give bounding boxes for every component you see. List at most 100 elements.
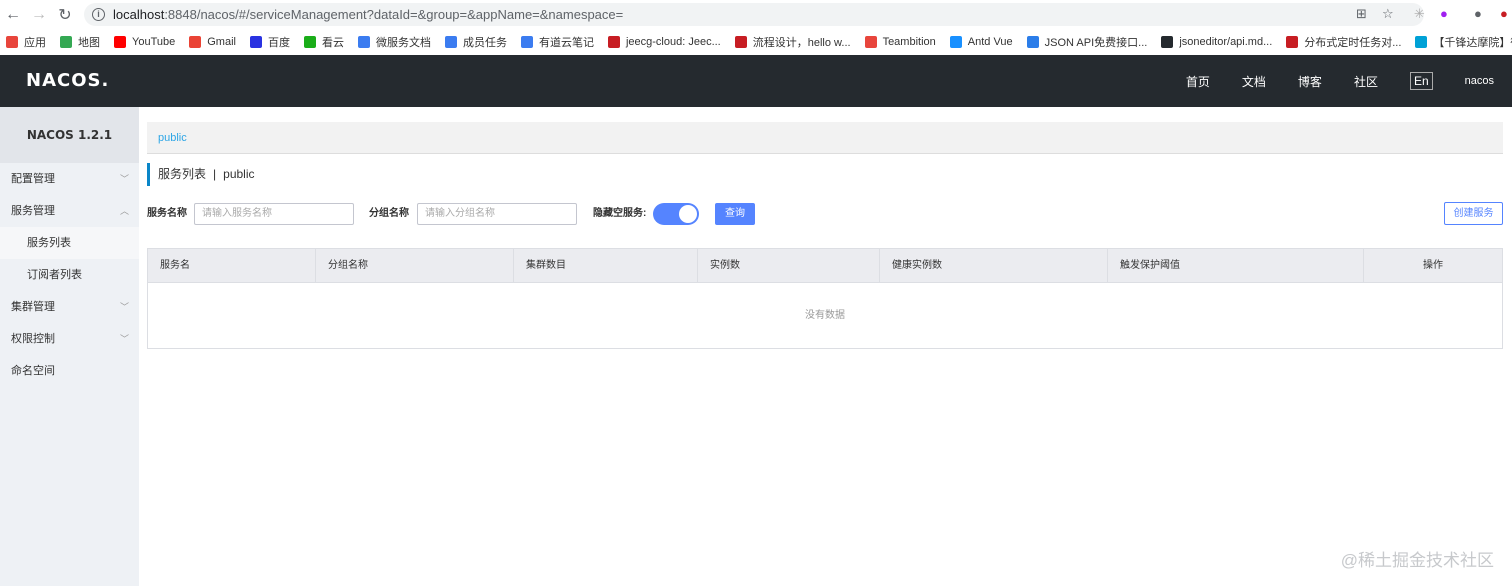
bookmark-label: 微服务文档 <box>375 36 431 49</box>
sidebar-item[interactable]: 服务列表 <box>0 227 139 259</box>
nacos-logo[interactable]: NACOS. <box>26 70 109 91</box>
sidebar-item[interactable]: 配置管理 ﹀ <box>0 163 139 195</box>
bookmark-item[interactable]: 有道云笔记 <box>520 34 594 50</box>
chevron-down-icon: ﹀ <box>119 302 129 312</box>
sidebar-item[interactable]: 服务管理 ︿ <box>0 195 139 227</box>
col-healthy-instance-count: 健康实例数 <box>880 249 1108 283</box>
nav-blog[interactable]: 博客 <box>1298 73 1322 90</box>
nav-community[interactable]: 社区 <box>1354 73 1378 90</box>
address-bar[interactable]: i localhost:8848/nacos/#/serviceManageme… <box>84 3 1424 26</box>
gitee-icon <box>607 35 620 48</box>
kancloud-icon <box>303 35 316 48</box>
create-service-button[interactable]: 创建服务 <box>1444 202 1503 225</box>
bookmark-label: 看云 <box>321 36 344 49</box>
breadcrumb[interactable]: public <box>147 122 1503 154</box>
bookmark-label: Teambition <box>882 35 936 48</box>
table-header: 服务名 分组名称 集群数目 实例数 健康实例数 触发保护阈值 操作 <box>148 249 1502 283</box>
site-info-icon[interactable]: i <box>92 8 105 21</box>
toggle-knob <box>679 205 697 223</box>
bookmark-item[interactable]: 分布式定时任务对... <box>1286 34 1401 50</box>
main-content: public 服务列表 | public 服务名称 请输入服务名称 分组名称 请输入… <box>147 107 1503 586</box>
github-icon <box>1161 35 1174 48</box>
back-arrow-icon[interactable]: ← <box>0 6 26 24</box>
flow-icon <box>734 35 747 48</box>
apps-grid-icon <box>6 35 18 48</box>
maps-icon <box>60 35 72 48</box>
sidebar-version: NACOS 1.2.1 <box>0 107 139 163</box>
watermark: @稀土掘金技术社区 <box>1340 551 1494 570</box>
bookmark-item[interactable]: jeecg-cloud: Jeec... <box>607 35 721 48</box>
json-icon <box>1026 35 1039 48</box>
bookmark-item[interactable]: 看云 <box>303 34 344 50</box>
bookmark-item[interactable]: 地图 <box>60 34 100 50</box>
col-actions: 操作 <box>1423 260 1443 271</box>
gmail-icon <box>189 35 202 48</box>
sidebar-item-label: 服务管理 <box>11 205 55 217</box>
sidebar-item-label: 集群管理 <box>11 301 55 313</box>
sidebar-item[interactable]: 集群管理 ﹀ <box>0 291 139 323</box>
bookmark-item[interactable]: 流程设计，hello w... <box>734 34 851 50</box>
hide-empty-toggle[interactable] <box>653 203 699 225</box>
nav-home[interactable]: 首页 <box>1186 73 1210 90</box>
sidebar-item[interactable]: 订阅者列表 <box>0 259 139 291</box>
sidebar-item[interactable]: 命名空间 <box>0 355 139 387</box>
col-instance-count: 实例数 <box>698 249 880 283</box>
antd-icon <box>949 35 962 48</box>
bookmark-label: 流程设计，hello w... <box>752 36 851 49</box>
service-name-input[interactable]: 请输入服务名称 <box>194 203 354 225</box>
baidu-icon <box>249 35 262 48</box>
chevron-down-icon: ﹀ <box>119 334 129 344</box>
group-name-input[interactable]: 请输入分组名称 <box>417 203 577 225</box>
profile-icon[interactable]: ● <box>1474 6 1482 21</box>
top-nav: 首页 文档 博客 社区 En nacos <box>1154 55 1494 107</box>
bookmark-star-icon[interactable]: ☆ <box>1382 6 1394 22</box>
bookmark-item[interactable]: Teambition <box>864 35 936 48</box>
user-menu[interactable]: nacos <box>1465 75 1494 87</box>
bookmark-item[interactable]: JSON API免费接口... <box>1026 34 1148 50</box>
language-switch[interactable]: En <box>1409 72 1433 90</box>
translate-icon[interactable]: ⊞ <box>1356 6 1367 22</box>
bookmark-item[interactable]: 成员任务 <box>444 34 507 50</box>
bookmark-item[interactable]: YouTube <box>114 35 176 48</box>
empty-state: 没有数据 <box>805 310 845 321</box>
sidebar-item-label: 订阅者列表 <box>27 269 82 281</box>
bookmark-label: 地图 <box>78 36 100 49</box>
bookmark-item[interactable]: 【千锋达摩院】微... <box>1415 34 1512 50</box>
extension-icon[interactable]: ● <box>1500 6 1508 21</box>
sidebar-item-label: 命名空间 <box>11 365 55 377</box>
namespace-name: public <box>223 167 255 181</box>
bookmark-item[interactable]: Gmail <box>189 35 236 48</box>
doc-icon <box>444 35 457 48</box>
forward-arrow-icon[interactable]: → <box>26 6 52 24</box>
page-title-text: 服务列表 <box>158 167 207 181</box>
bookmark-label: YouTube <box>132 35 176 48</box>
chevron-up-icon: ︿ <box>119 206 129 216</box>
nav-docs[interactable]: 文档 <box>1242 73 1266 90</box>
chevron-down-icon: ﹀ <box>119 174 129 184</box>
group-name-label: 分组名称 <box>369 208 409 219</box>
service-name-label: 服务名称 <box>147 208 187 219</box>
csdn-icon <box>1286 35 1299 48</box>
bookmark-label: 百度 <box>267 36 290 49</box>
reload-icon[interactable]: ↻ <box>52 5 78 25</box>
youdao-icon <box>520 35 533 48</box>
teambition-icon <box>864 35 877 48</box>
doc-icon <box>357 35 370 48</box>
bookmark-item[interactable]: 微服务文档 <box>357 34 431 50</box>
bookmark-label: JSON API免费接口... <box>1044 36 1148 49</box>
bookmark-label: jeecg-cloud: Jeec... <box>625 35 721 48</box>
extension-icon[interactable]: ● <box>1440 6 1448 21</box>
browser-toolbar: ← → ↻ i localhost:8848/nacos/#/serviceMa… <box>0 0 1512 29</box>
sidebar-item[interactable]: 权限控制 ﹀ <box>0 323 139 355</box>
bookmark-item[interactable]: Antd Vue <box>949 35 1013 48</box>
bookmark-item[interactable]: 应用 <box>6 34 46 50</box>
url-text[interactable]: localhost:8848/nacos/#/serviceManagement… <box>113 7 623 22</box>
extension-icon[interactable]: ✳ <box>1414 6 1425 22</box>
bookmark-item[interactable]: jsoneditor/api.md... <box>1161 35 1272 48</box>
bookmark-label: 应用 <box>24 36 46 49</box>
bilibili-icon <box>1415 35 1428 48</box>
bookmark-label: 成员任务 <box>462 36 507 49</box>
col-service-name: 服务名 <box>148 249 316 283</box>
query-button[interactable]: 查询 <box>715 203 755 225</box>
bookmark-item[interactable]: 百度 <box>249 34 290 50</box>
